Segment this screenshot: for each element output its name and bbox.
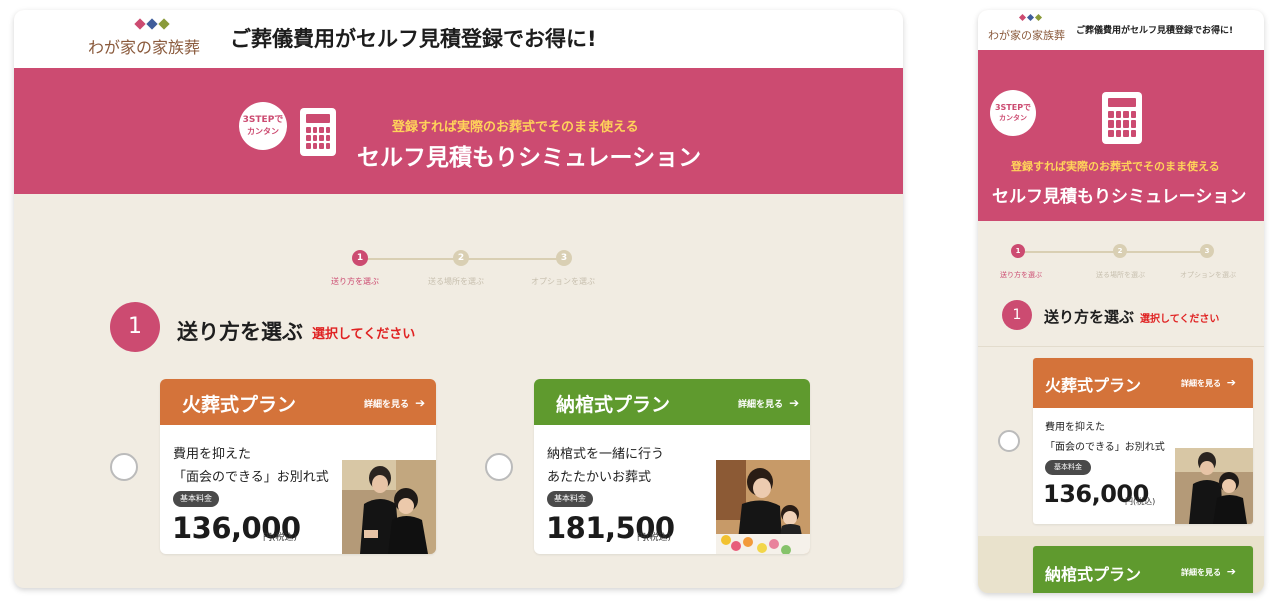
badge-line2: カンタン [999, 114, 1027, 122]
banner-title: セルフ見積もりシミュレーション [992, 187, 1247, 207]
plan-desc-line2: 「面会のできる」お別れ式 [173, 470, 329, 485]
calculator-icon [1102, 92, 1142, 144]
price-unit: 円(税込) [637, 533, 672, 543]
base-fee-badge: 基本料金 [1045, 460, 1091, 475]
logo-diamonds-icon [134, 18, 172, 30]
logo-diamonds-icon [1018, 13, 1044, 25]
section-required-note: 選択してください [1140, 314, 1220, 325]
step-2-label: 送る場所を選ぶ [1096, 271, 1145, 279]
plan-cremation-radio[interactable] [998, 430, 1020, 452]
arrow-right-icon: ➔ [1226, 565, 1237, 578]
logo-text: わが家の家族葬 [988, 29, 1065, 42]
step-3-dot: 3 [1200, 244, 1214, 258]
banner-subtitle: 登録すれば実際のお葬式でそのまま使える [1011, 160, 1220, 173]
mobile-lower-band: 納棺式プラン 詳細を見る ➔ [978, 536, 1264, 593]
banner-subtitle: 登録すれば実際のお葬式でそのまま使える [392, 120, 639, 135]
plan-cremation-card[interactable]: 火葬式プラン 詳細を見る ➔ 費用を抑えた 「面会のできる」お別れ式 基本料金 … [160, 379, 436, 554]
step-2-dot: 2 [1113, 244, 1127, 258]
step-3-dot: 3 [556, 250, 572, 266]
mobile-mockup: わが家の家族葬 ご葬儀費用がセルフ見積登録でお得に! 3STEPで カンタン 登… [978, 10, 1264, 593]
section-title: 送り方を選ぶ [177, 320, 303, 344]
section-required-note: 選択してください [312, 327, 416, 342]
plan-desc-line2: 「面会のできる」お別れ式 [1045, 442, 1165, 453]
step-1-label: 送り方を選ぶ [1000, 271, 1042, 279]
brand-logo[interactable]: わが家の家族葬 [88, 18, 213, 62]
header-title: ご葬儀費用がセルフ見積登録でお得に! [230, 27, 597, 51]
plan-desc-line2: あたたかいお葬式 [547, 470, 652, 485]
hero-banner: 3STEPで カンタン 登録すれば実際のお葬式でそのまま使える セルフ見積もりシ… [14, 68, 903, 194]
site-header-mobile: わが家の家族葬 ご葬儀費用がセルフ見積登録でお得に! [978, 10, 1264, 50]
base-fee-badge: 基本料金 [547, 491, 593, 507]
plan-details-link[interactable]: 詳細を見る ➔ [364, 396, 425, 410]
plan-card-header: 納棺式プラン 詳細を見る ➔ [1033, 546, 1253, 593]
three-step-badge: 3STEPで カンタン [239, 102, 287, 150]
hero-banner-mobile: 3STEPで カンタン 登録すれば実際のお葬式でそのまま使える セルフ見積もりシ… [978, 50, 1264, 221]
plan-details-link[interactable]: 詳細を見る ➔ [1181, 376, 1236, 389]
plan-card-header: 火葬式プラン 詳細を見る ➔ [1033, 358, 1253, 408]
plan-encoffin-card[interactable]: 納棺式プラン 詳細を見る ➔ 納棺式を一緒に行う あたたかいお葬式 基本料金 1… [534, 379, 810, 554]
arrow-right-icon: ➔ [1226, 376, 1237, 389]
arrow-right-icon: ➔ [789, 396, 800, 410]
plan-name: 納棺式プラン [556, 394, 671, 416]
plan-name: 火葬式プラン [1045, 376, 1142, 395]
step-2-label: 送る場所を選ぶ [428, 277, 484, 286]
badge-line1: 3STEPで [994, 103, 1032, 112]
plan-card-header: 納棺式プラン 詳細を見る ➔ [534, 379, 810, 425]
plan-desc-line1: 納棺式を一緒に行う [547, 447, 665, 462]
plan-details-link[interactable]: 詳細を見る ➔ [738, 396, 799, 410]
plan-encoffin-radio[interactable] [485, 453, 513, 481]
plan-desc-line1: 費用を抑えた [1045, 422, 1105, 433]
plan-photo-image [716, 460, 810, 554]
brand-logo[interactable]: わが家の家族葬 [988, 13, 1070, 46]
badge-line2: カンタン [247, 127, 279, 136]
site-header: わが家の家族葬 ご葬儀費用がセルフ見積登録でお得に! [14, 10, 903, 68]
banner-title: セルフ見積もりシミュレーション [357, 145, 702, 171]
price-unit: 円(税込) [1125, 497, 1156, 506]
plan-photo-image [342, 460, 436, 554]
details-label: 詳細を見る [1181, 379, 1221, 388]
plan-encoffin-card[interactable]: 納棺式プラン 詳細を見る ➔ [1033, 546, 1253, 593]
plan-cremation-radio[interactable] [110, 453, 138, 481]
plan-name: 納棺式プラン [1045, 565, 1142, 584]
plan-name: 火葬式プラン [182, 394, 297, 416]
section-number-badge: 1 [110, 302, 160, 352]
plan-photo-image [1175, 448, 1253, 524]
details-label: 詳細を見る [1181, 568, 1221, 577]
base-fee-badge: 基本料金 [173, 491, 219, 507]
step-1-dot: 1 [352, 250, 368, 266]
plan-desc-line1: 費用を抑えた [173, 447, 252, 462]
details-label: 詳細を見る [738, 400, 784, 410]
desktop-mockup: わが家の家族葬 ご葬儀費用がセルフ見積登録でお得に! 3STEPで カンタン 登… [14, 10, 903, 588]
section-number-badge: 1 [1002, 300, 1032, 330]
plan-card-header: 火葬式プラン 詳細を見る ➔ [160, 379, 436, 425]
step-1-label: 送り方を選ぶ [331, 277, 379, 286]
plan-details-link[interactable]: 詳細を見る ➔ [1181, 565, 1236, 578]
step-3-label: オプションを選ぶ [1180, 271, 1236, 279]
details-label: 詳細を見る [364, 400, 410, 410]
price-unit: 円(税込) [263, 533, 298, 543]
progress-stepper: 1 2 3 送り方を選ぶ 送る場所を選ぶ オプションを選ぶ [314, 248, 614, 298]
divider [978, 346, 1264, 347]
arrow-right-icon: ➔ [415, 396, 426, 410]
progress-stepper: 1 2 3 送り方を選ぶ 送る場所を選ぶ オプションを選ぶ [1000, 244, 1250, 284]
badge-line1: 3STEPで [242, 115, 284, 125]
three-step-badge: 3STEPで カンタン [990, 90, 1036, 136]
logo-text: わが家の家族葬 [88, 38, 201, 57]
step-2-dot: 2 [453, 250, 469, 266]
header-title: ご葬儀費用がセルフ見積登録でお得に! [1076, 26, 1234, 36]
step-1-dot: 1 [1011, 244, 1025, 258]
step-3-label: オプションを選ぶ [531, 277, 595, 286]
calculator-icon [300, 108, 336, 156]
section-title: 送り方を選ぶ [1044, 308, 1135, 326]
plan-cremation-card[interactable]: 火葬式プラン 詳細を見る ➔ 費用を抑えた 「面会のできる」お別れ式 基本料金 … [1033, 358, 1253, 524]
